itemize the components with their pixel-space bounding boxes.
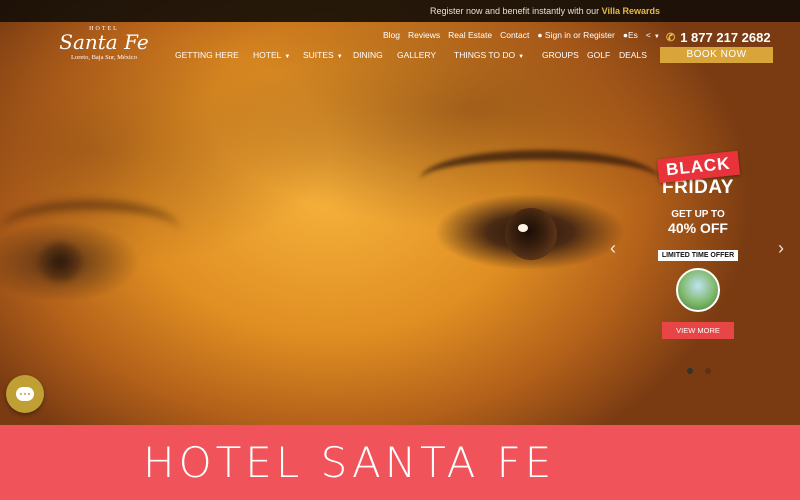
nav-hotel[interactable]: HOTEL ▼ <box>253 50 303 60</box>
slider-dot-active[interactable] <box>687 368 693 374</box>
discount-text: 40% OFF <box>668 220 728 236</box>
phone-text: 1 877 217 2682 <box>680 30 771 45</box>
share-icon: < <box>645 30 651 40</box>
slider-dot[interactable] <box>705 368 711 374</box>
nav-dining[interactable]: DINING <box>353 50 397 60</box>
secondary-nav: Blog Reviews Real Estate Contact ● Sign … <box>383 30 660 40</box>
slider-next-icon[interactable]: › <box>778 238 784 259</box>
signin-link[interactable]: ● Sign in or Register <box>537 30 614 40</box>
topbar-text: Register now and benefit instantly with … <box>430 6 600 16</box>
main-nav: GETTING HERE HOTEL ▼ SUITES ▼ DINING GALLE… <box>175 50 655 60</box>
chat-button[interactable] <box>6 375 44 413</box>
nav-things-to-do[interactable]: THINGS TO DO ▼ <box>454 50 542 60</box>
logo-name: Santa Fe <box>59 30 149 54</box>
chevron-down-icon: ▼ <box>653 34 660 40</box>
promo-topbar[interactable]: Register now and benefit instantly with … <box>0 0 800 22</box>
language-link[interactable]: ●Es <box>623 30 638 40</box>
slider-prev-icon[interactable]: ‹ <box>610 238 616 259</box>
nav-getting-here[interactable]: GETTING HERE <box>175 50 253 60</box>
limited-offer-badge: LIMITED TIME OFFER <box>657 250 739 261</box>
nav-groups[interactable]: GROUPS <box>542 50 587 60</box>
blog-link[interactable]: Blog <box>383 30 400 40</box>
nav-gallery[interactable]: GALLERY <box>397 50 454 60</box>
nav-deals[interactable]: DEALS <box>619 50 655 60</box>
get-up-to-text: GET UP TO <box>671 209 725 220</box>
hotel-title-banner: HOTEL SANTA FE <box>0 425 800 500</box>
phone-number[interactable]: ✆ 1 877 217 2682 <box>666 30 771 45</box>
user-icon: ● <box>537 30 543 40</box>
contact-link[interactable]: Contact <box>500 30 529 40</box>
hotel-logo[interactable]: HOTEL Santa Fe Loreto, Baja Sur, México <box>54 22 154 61</box>
slider-dots <box>687 368 711 374</box>
promo-thumbnail <box>676 268 720 312</box>
share-button[interactable]: < ▼ <box>646 30 660 40</box>
nav-suites[interactable]: SUITES ▼ <box>303 50 353 60</box>
phone-icon: ✆ <box>666 32 676 44</box>
reviews-link[interactable]: Reviews <box>408 30 440 40</box>
nav-golf[interactable]: GOLF <box>587 50 619 60</box>
chat-icon <box>16 387 34 401</box>
chevron-down-icon: ▼ <box>336 54 343 60</box>
chevron-down-icon: ▼ <box>518 54 525 60</box>
black-friday-promo: BLACK FRIDAY GET UP TO 40% OFF LIMITED T… <box>648 150 748 339</box>
real-estate-link[interactable]: Real Estate <box>448 30 492 40</box>
villa-rewards-link[interactable]: Villa Rewards <box>602 6 660 16</box>
chevron-down-icon: ▼ <box>284 54 291 60</box>
view-more-button[interactable]: VIEW MORE <box>662 322 734 339</box>
book-now-button[interactable]: BOOK NOW <box>660 47 773 63</box>
logo-location: Loreto, Baja Sur, México <box>71 54 137 61</box>
